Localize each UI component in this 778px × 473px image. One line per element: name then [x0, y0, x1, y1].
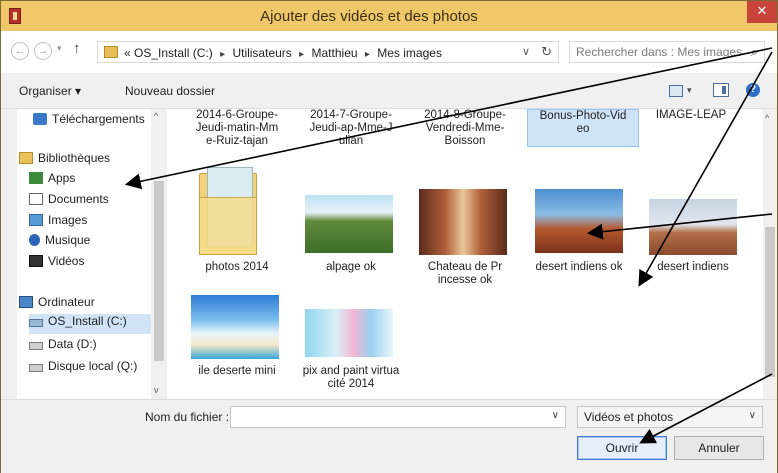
folder-tile[interactable]: 2014-6-Groupe-Jeudi-matin-Mme-Ruiz-tajan — [181, 109, 293, 159]
navigation-pane: Téléchargements Bibliothèques Apps Docum… — [17, 109, 167, 399]
file-tile[interactable]: desert indiens ok — [523, 261, 635, 274]
search-icon[interactable]: ⌕ — [751, 44, 758, 60]
chevron-right-icon[interactable]: ▸ — [299, 49, 304, 60]
scroll-down-arrow[interactable]: v — [154, 385, 159, 395]
breadcrumb-utilisateurs[interactable]: Utilisateurs — [232, 46, 291, 60]
close-button[interactable]: ✕ — [747, 1, 777, 23]
scroll-thumb[interactable] — [765, 227, 775, 377]
images-icon — [29, 214, 43, 226]
file-tile[interactable]: pix and paint virtuacité 2014 — [295, 365, 407, 391]
photo-thumbnail[interactable] — [305, 309, 393, 357]
scroll-up-arrow[interactable]: ^ — [154, 111, 158, 121]
help-icon[interactable]: ? — [746, 83, 760, 97]
view-icon[interactable] — [669, 85, 683, 97]
file-tile[interactable]: alpage ok — [295, 261, 407, 274]
cancel-button[interactable]: Annuler — [674, 436, 764, 460]
search-placeholder: Rechercher dans : Mes images — [576, 45, 743, 59]
drive-icon — [29, 319, 43, 327]
file-type-value: Vidéos et photos — [584, 410, 674, 424]
music-icon — [29, 234, 40, 246]
photo-thumbnail[interactable] — [191, 295, 279, 359]
chevron-down-icon[interactable]: ∨ — [522, 45, 530, 58]
documents-icon — [29, 193, 43, 205]
chevron-down-icon[interactable]: ▾ — [687, 85, 692, 96]
nav-item-documents[interactable]: Documents — [29, 192, 109, 212]
scroll-up-arrow[interactable]: ^ — [765, 113, 769, 123]
filename-label: Nom du fichier : — [145, 410, 230, 424]
chevron-right-icon[interactable]: ▸ — [365, 49, 370, 60]
file-list: 2014-6-Groupe-Jeudi-matin-Mme-Ruiz-tajan… — [167, 109, 763, 399]
forward-button[interactable]: → — [34, 42, 52, 60]
computer-icon — [19, 296, 33, 308]
nav-item-telechargements[interactable]: Téléchargements — [33, 112, 145, 132]
chevron-down-icon[interactable]: ∨ — [749, 410, 756, 421]
nav-item-os-install[interactable]: OS_Install (C:) — [29, 314, 167, 334]
library-icon — [19, 152, 33, 164]
search-input[interactable]: Rechercher dans : Mes images ⌕ — [569, 41, 765, 63]
download-icon — [33, 113, 47, 125]
file-tile[interactable]: ile deserte mini — [181, 365, 293, 378]
bottom-bar: Nom du fichier : ∨ Vidéos et photos ∨ Ou… — [1, 399, 777, 473]
nav-item-bibliotheques[interactable]: Bibliothèques — [19, 151, 110, 171]
nav-item-videos[interactable]: Vidéos — [29, 254, 84, 274]
content-scrollbar[interactable]: ^ — [763, 109, 777, 399]
drive-icon — [29, 364, 43, 372]
file-tile[interactable]: Chateau de Princesse ok — [409, 261, 521, 287]
breadcrumb-os-install[interactable]: OS_Install (C:) — [134, 46, 213, 60]
nav-item-apps[interactable]: Apps — [29, 171, 75, 191]
folder-icon[interactable] — [199, 167, 257, 255]
photo-thumbnail[interactable] — [419, 189, 507, 255]
toolbar: Organiser ▾ Nouveau dossier ▾ ? — [1, 73, 777, 109]
window-title: Ajouter des vidéos et des photos — [260, 8, 478, 25]
chevron-right-icon[interactable]: ▸ — [220, 49, 225, 60]
nav-item-musique[interactable]: Musique — [29, 233, 90, 253]
folder-icon — [104, 46, 118, 58]
folder-tile[interactable]: IMAGE-LEAP — [635, 109, 747, 139]
photo-thumbnail[interactable] — [649, 199, 737, 255]
videos-icon — [29, 255, 43, 267]
new-folder-button[interactable]: Nouveau dossier — [125, 84, 215, 98]
scroll-thumb[interactable] — [154, 181, 164, 361]
organise-button[interactable]: Organiser ▾ — [19, 84, 81, 98]
title-bar: Ajouter des vidéos et des photos ✕ — [1, 1, 777, 31]
breadcrumb-overflow[interactable]: « — [124, 46, 131, 60]
file-type-select[interactable]: Vidéos et photos ∨ — [577, 406, 763, 428]
breadcrumb: « OS_Install (C:) ▸ Utilisateurs ▸ Matth… — [124, 46, 442, 60]
address-bar[interactable]: « OS_Install (C:) ▸ Utilisateurs ▸ Matth… — [97, 41, 559, 63]
apps-icon — [29, 172, 43, 184]
up-button[interactable]: ↑ — [73, 40, 81, 57]
drive-icon — [29, 342, 43, 350]
photo-thumbnail[interactable] — [535, 189, 623, 253]
preview-pane-icon[interactable] — [713, 83, 729, 97]
folder-tile-selected[interactable]: Bonus-Photo-Video — [527, 109, 639, 147]
photo-thumbnail[interactable] — [305, 195, 393, 253]
filename-input[interactable]: ∨ — [230, 406, 566, 428]
address-row: ← → ▾ ↑ « OS_Install (C:) ▸ Utilisateurs… — [1, 31, 777, 73]
chevron-down-icon[interactable]: ∨ — [552, 410, 559, 421]
breadcrumb-mes-images[interactable]: Mes images — [377, 46, 442, 60]
recent-locations-dropdown[interactable]: ▾ — [57, 43, 62, 54]
folder-tile[interactable]: 2014-8-Groupe-Vendredi-Mme-Boisson — [409, 109, 521, 159]
nav-scrollbar[interactable]: ^ v — [151, 109, 167, 399]
nav-item-disque-local[interactable]: Disque local (Q:) — [29, 359, 137, 379]
file-tile[interactable]: desert indiens — [637, 261, 749, 274]
nav-item-data-d[interactable]: Data (D:) — [29, 337, 97, 357]
refresh-icon[interactable]: ↻ — [541, 44, 552, 60]
dialog-window: Ajouter des vidéos et des photos ✕ ← → ▾… — [0, 0, 778, 473]
nav-item-images[interactable]: Images — [29, 213, 87, 233]
open-button[interactable]: Ouvrir — [577, 436, 667, 460]
breadcrumb-matthieu[interactable]: Matthieu — [312, 46, 358, 60]
nav-item-ordinateur[interactable]: Ordinateur — [19, 295, 95, 315]
folder-tile[interactable]: photos 2014 — [181, 261, 293, 274]
back-button[interactable]: ← — [11, 42, 29, 60]
folder-tile[interactable]: 2014-7-Groupe-Jeudi-ap-Mme-Julian — [295, 109, 407, 159]
